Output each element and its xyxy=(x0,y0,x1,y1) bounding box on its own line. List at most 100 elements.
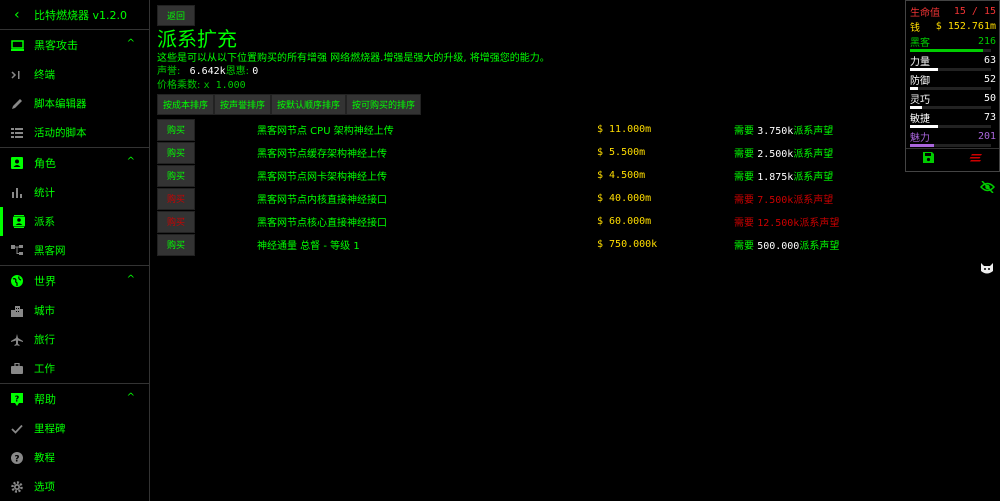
augmentation-list: 购买 黑客网节点 CPU 架构神经上传 $ 11.000m 需要 3.750k派… xyxy=(157,118,897,256)
sidebar-section-label: 黑客攻击 xyxy=(34,39,78,52)
page-title: 派系扩充 xyxy=(157,27,237,51)
sidebar-item-script-editor[interactable]: 脚本编辑器 xyxy=(0,89,149,118)
sort-by-cost-button[interactable]: 按成本排序 xyxy=(157,94,215,115)
sidebar-section-character[interactable]: 角色 ^ xyxy=(0,148,149,178)
overview-actions xyxy=(906,149,999,169)
bar-chart-icon xyxy=(0,187,34,198)
sidebar-item-stats[interactable]: 统计 xyxy=(0,178,149,207)
agility-value: 73 xyxy=(983,112,996,123)
sidebar-item-job[interactable]: 工作 xyxy=(0,354,149,383)
hack-value: 216 xyxy=(977,36,996,47)
reputation-label: 声誉: xyxy=(157,66,181,77)
sidebar-item-hacknet[interactable]: 黑客网 xyxy=(0,236,149,265)
city-icon xyxy=(0,305,34,317)
sidebar-item-city[interactable]: 城市 xyxy=(0,296,149,325)
requirement-value: 12.500k xyxy=(757,218,800,229)
visibility-off-icon[interactable] xyxy=(979,178,996,197)
kill-all-scripts-icon[interactable] xyxy=(969,153,982,165)
sidebar-section-world[interactable]: 世界 ^ xyxy=(0,266,149,296)
requirement-suffix: 派系声望 xyxy=(793,149,834,160)
pencil-icon xyxy=(0,98,34,110)
dexterity-progress-fill xyxy=(910,106,923,109)
price-multiplier-value: x 1.000 xyxy=(203,80,246,91)
hp-row: 生命值 15 / 15 xyxy=(906,4,999,19)
chevron-left-icon[interactable]: ‹ xyxy=(0,7,34,23)
sidebar-item-travel[interactable]: 旅行 xyxy=(0,325,149,354)
chevron-up-icon[interactable]: ^ xyxy=(127,392,135,403)
buy-button[interactable]: 购买 xyxy=(157,210,195,233)
sort-by-default-button[interactable]: 按默认顺序排序 xyxy=(271,94,347,115)
buy-button[interactable]: 购买 xyxy=(157,141,195,164)
defense-progress-fill xyxy=(910,87,919,90)
sidebar-item-label: 选项 xyxy=(34,481,55,493)
requirement-value: 500.000 xyxy=(757,241,800,252)
augmentation-name: 黑客网节点核心直接神经接口 xyxy=(257,218,387,229)
buy-button[interactable]: 购买 xyxy=(157,187,195,210)
defense-value: 52 xyxy=(983,74,996,85)
buy-button[interactable]: 购买 xyxy=(157,118,195,141)
list-icon xyxy=(0,127,34,138)
augmentation-name: 黑客网节点内核直接神经接口 xyxy=(257,195,387,206)
augmentation-price: $ 4.500m xyxy=(597,170,646,181)
requirement-suffix: 派系声望 xyxy=(793,172,834,183)
chevron-up-icon[interactable]: ^ xyxy=(127,38,135,49)
sidebar-item-active-scripts[interactable]: 活动的脚本 xyxy=(0,118,149,147)
augmentation-price: $ 5.500m xyxy=(597,147,646,158)
augmentation-requirement: 需要 500.000派系声望 xyxy=(734,237,839,252)
charisma-label: 魅力 xyxy=(910,133,930,144)
agility-progress-fill xyxy=(910,125,939,128)
dexterity-value: 50 xyxy=(983,93,996,104)
dexterity-row: 灵巧 50 xyxy=(906,91,999,106)
augmentation-price: $ 40.000m xyxy=(597,193,652,204)
augmentation-price: $ 60.000m xyxy=(597,216,652,227)
sort-toolbar: 按成本排序 按声誉排序 按默认顺序排序 按可购买的排序 xyxy=(157,94,897,115)
sidebar-item-options[interactable]: 选项 xyxy=(0,472,149,501)
svg-text:?: ? xyxy=(15,394,20,403)
favor-value: 0 xyxy=(252,66,259,77)
globe-icon xyxy=(0,275,34,287)
requirement-suffix: 派系声望 xyxy=(793,126,834,137)
augmentation-requirement: 需要 3.750k派系声望 xyxy=(734,122,833,137)
buy-button[interactable]: 购买 xyxy=(157,164,195,187)
sidebar-item-label: 统计 xyxy=(34,187,55,199)
airplane-icon xyxy=(0,333,34,346)
sidebar-header[interactable]: ‹ 比特燃烧器 v1.2.0 xyxy=(0,0,149,30)
sidebar-item-terminal[interactable]: 终端 xyxy=(0,60,149,89)
agility-progress-bar xyxy=(910,125,991,128)
sidebar-item-label: 活动的脚本 xyxy=(34,127,87,139)
sort-by-reputation-button[interactable]: 按声誉排序 xyxy=(214,94,272,115)
strength-label: 力量 xyxy=(910,57,930,68)
sidebar-section-help[interactable]: ? 帮助 ^ xyxy=(0,384,149,414)
sidebar-item-factions[interactable]: 派系 xyxy=(0,207,149,236)
laptop-icon xyxy=(0,39,34,51)
account-tree-icon xyxy=(0,245,34,256)
sort-by-purchasable-button[interactable]: 按可购买的排序 xyxy=(346,94,422,115)
augmentation-row: 购买 黑客网节点内核直接神经接口 $ 40.000m 需要 7.500k派系声望 xyxy=(157,187,897,210)
cat-icon[interactable] xyxy=(980,260,994,279)
augmentation-row: 购买 黑客网节点核心直接神经接口 $ 60.000m 需要 12.500k派系声… xyxy=(157,210,897,233)
save-icon[interactable] xyxy=(923,152,935,166)
chevron-up-icon[interactable]: ^ xyxy=(127,274,135,285)
augmentation-row: 购买 黑客网节点 CPU 架构神经上传 $ 11.000m 需要 3.750k派… xyxy=(157,118,897,141)
chevron-up-icon[interactable]: ^ xyxy=(127,156,135,167)
sidebar-item-label: 教程 xyxy=(34,452,55,464)
hack-progress-bar xyxy=(910,49,991,52)
sidebar-item-label: 工作 xyxy=(34,363,55,375)
hp-label: 生命值 xyxy=(910,8,940,19)
sidebar-item-milestones[interactable]: 里程碑 xyxy=(0,414,149,443)
charisma-progress-fill xyxy=(910,144,935,147)
augmentation-requirement: 需要 7.500k派系声望 xyxy=(734,191,833,206)
hp-value: 15 / 15 xyxy=(953,6,996,17)
terminal-icon xyxy=(0,70,34,80)
sidebar: ‹ 比特燃烧器 v1.2.0 黑客攻击 ^ 终端 脚本编辑器 活动的脚本 角色 … xyxy=(0,0,150,501)
sidebar-item-label: 黑客网 xyxy=(34,245,66,257)
augmentation-price: $ 750.000k xyxy=(597,239,658,250)
requirement-value: 2.500k xyxy=(757,149,794,160)
back-button[interactable]: 返回 xyxy=(157,5,195,26)
sidebar-section-hacking[interactable]: 黑客攻击 ^ xyxy=(0,30,149,60)
augmentation-price: $ 11.000m xyxy=(597,124,652,135)
augmentation-row: 购买 黑客网节点缓存架构神经上传 $ 5.500m 需要 2.500k派系声望 xyxy=(157,141,897,164)
sidebar-item-tutorial[interactable]: ? 教程 xyxy=(0,443,149,472)
buy-button[interactable]: 购买 xyxy=(157,233,195,256)
main-content: 返回 派系扩充 这些是可以从以下位置购买的所有增强 网络燃烧器.增强是强大的升级… xyxy=(157,5,897,256)
